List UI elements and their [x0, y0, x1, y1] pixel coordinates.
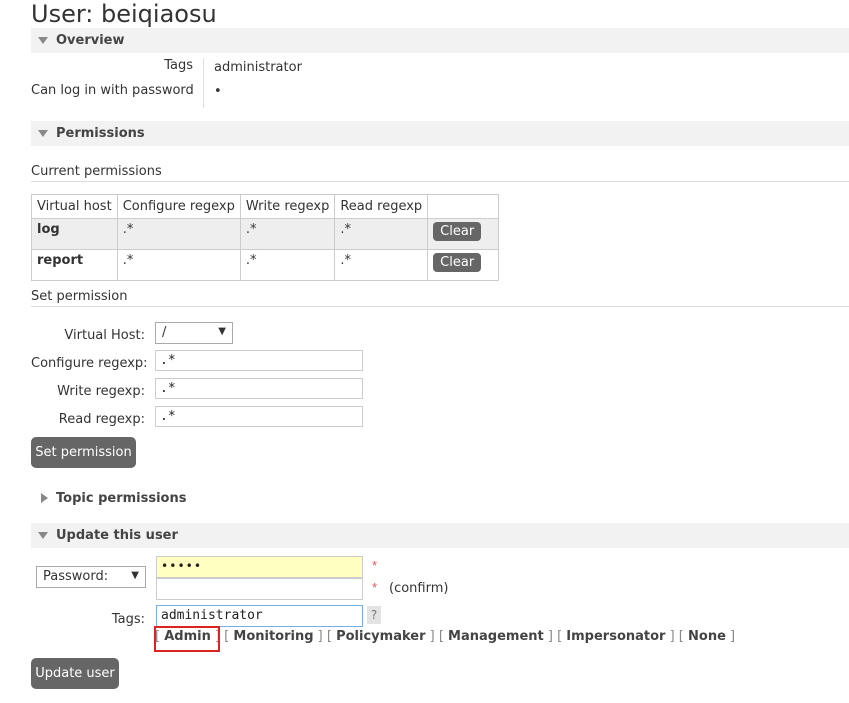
configure-label: Configure regexp:: [31, 356, 148, 371]
password-confirm-input[interactable]: [156, 578, 363, 600]
dropdown-arrow-icon: ▼: [131, 570, 139, 581]
write-input[interactable]: .*: [155, 378, 363, 399]
overview-divider: [203, 58, 204, 108]
set-permission-button[interactable]: Set permission: [31, 437, 136, 468]
required-marker: *: [372, 580, 378, 595]
dropdown-arrow-icon: ▼: [218, 326, 226, 337]
current-permissions-heading: Current permissions: [31, 164, 162, 179]
action-cell: Clear: [427, 249, 500, 281]
clear-button[interactable]: Clear: [433, 253, 482, 272]
collapse-triangle-icon: [38, 37, 48, 44]
table-row: log .* .* .* Clear: [31, 218, 500, 250]
tag-option-impersonator[interactable]: Impersonator: [566, 629, 665, 644]
login-label: Can log in with password: [31, 83, 194, 98]
collapse-triangle-icon: [38, 532, 48, 539]
overview-section-header[interactable]: Overview: [31, 28, 849, 53]
divider: [31, 306, 849, 307]
help-button[interactable]: ?: [367, 606, 381, 624]
vhost-cell: log: [31, 218, 118, 250]
write-cell: .*: [239, 218, 336, 250]
tag-option-monitoring[interactable]: Monitoring: [233, 629, 313, 644]
tag-options: [ Admin ] [ Monitoring ] [ Policymaker ]…: [155, 629, 736, 644]
permissions-title: Permissions: [56, 126, 145, 141]
update-user-section-header[interactable]: Update this user: [31, 523, 849, 548]
password-mode-select[interactable]: Password: ▼: [36, 566, 146, 588]
permissions-table: Virtual host Configure regexp Write rege…: [31, 194, 500, 281]
vhost-cell: report: [31, 249, 118, 281]
update-user-title: Update this user: [56, 528, 178, 543]
write-label: Write regexp:: [57, 384, 145, 399]
confirm-label: (confirm): [389, 581, 449, 596]
tag-option-policymaker[interactable]: Policymaker: [336, 629, 425, 644]
password-mode-value: Password:: [43, 569, 109, 584]
topic-permissions-section-header[interactable]: Topic permissions: [31, 486, 849, 511]
configure-cell: .*: [116, 249, 241, 281]
password-input[interactable]: •••••: [156, 556, 363, 578]
overview-title: Overview: [56, 33, 125, 48]
tag-option-none[interactable]: None: [688, 629, 726, 644]
set-permission-heading: Set permission: [31, 289, 128, 304]
update-tags-input[interactable]: administrator: [156, 605, 363, 627]
admin-highlight-box: [154, 626, 220, 652]
login-value: •: [214, 84, 222, 99]
read-cell: .*: [334, 249, 429, 281]
column-header: Write regexp: [239, 194, 336, 219]
topic-permissions-title: Topic permissions: [56, 491, 187, 506]
configure-input[interactable]: .*: [155, 350, 363, 371]
update-user-button[interactable]: Update user: [31, 658, 119, 689]
divider: [31, 181, 849, 182]
collapse-triangle-icon: [38, 130, 48, 137]
column-header-empty: [427, 194, 500, 219]
configure-cell: .*: [116, 218, 241, 250]
tags-value: administrator: [214, 60, 302, 75]
tags-label: Tags: [164, 58, 193, 73]
write-cell: .*: [239, 249, 336, 281]
column-header: Read regexp: [334, 194, 429, 219]
vhost-select[interactable]: / ▼: [155, 322, 233, 344]
tag-option-management[interactable]: Management: [448, 629, 544, 644]
vhost-label: Virtual Host:: [64, 328, 145, 343]
permissions-section-header[interactable]: Permissions: [31, 121, 849, 146]
vhost-select-value: /: [162, 325, 167, 340]
clear-button[interactable]: Clear: [433, 222, 482, 241]
read-cell: .*: [334, 218, 429, 250]
column-header: Virtual host: [31, 194, 118, 219]
table-row: report .* .* .* Clear: [31, 249, 500, 281]
action-cell: Clear: [427, 218, 500, 250]
required-marker: *: [372, 558, 378, 573]
page-title: User: beiqiaosu: [31, 0, 217, 28]
read-input[interactable]: .*: [155, 406, 363, 427]
column-header: Configure regexp: [116, 194, 241, 219]
expand-triangle-icon: [41, 493, 48, 503]
update-tags-label: Tags:: [111, 612, 145, 627]
table-header-row: Virtual host Configure regexp Write rege…: [31, 194, 500, 219]
read-label: Read regexp:: [58, 412, 145, 427]
